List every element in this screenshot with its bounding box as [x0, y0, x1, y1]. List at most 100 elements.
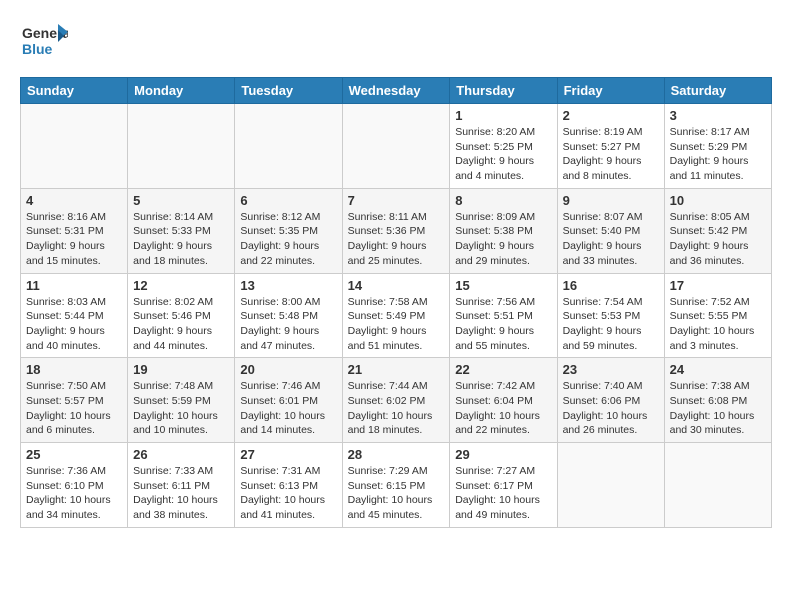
day-info: Sunrise: 7:27 AM Sunset: 6:17 PM Dayligh…	[455, 464, 551, 523]
day-number: 16	[563, 278, 659, 293]
day-info: Sunrise: 8:17 AM Sunset: 5:29 PM Dayligh…	[670, 125, 766, 184]
calendar-cell: 24 Sunrise: 7:38 AM Sunset: 6:08 PM Dayli…	[664, 358, 771, 443]
calendar-cell: 22 Sunrise: 7:42 AM Sunset: 6:04 PM Dayli…	[450, 358, 557, 443]
day-header-friday: Friday	[557, 78, 664, 104]
day-number: 18	[26, 362, 122, 377]
calendar-cell: 14 Sunrise: 7:58 AM Sunset: 5:49 PM Dayli…	[342, 273, 450, 358]
day-number: 21	[348, 362, 445, 377]
day-info: Sunrise: 7:56 AM Sunset: 5:51 PM Dayligh…	[455, 295, 551, 354]
calendar-cell	[235, 104, 342, 189]
day-info: Sunrise: 8:07 AM Sunset: 5:40 PM Dayligh…	[563, 210, 659, 269]
day-info: Sunrise: 8:11 AM Sunset: 5:36 PM Dayligh…	[348, 210, 445, 269]
calendar-cell: 21 Sunrise: 7:44 AM Sunset: 6:02 PM Dayli…	[342, 358, 450, 443]
day-number: 25	[26, 447, 122, 462]
calendar-week-5: 25 Sunrise: 7:36 AM Sunset: 6:10 PM Dayli…	[21, 443, 772, 528]
day-info: Sunrise: 8:12 AM Sunset: 5:35 PM Dayligh…	[240, 210, 336, 269]
day-info: Sunrise: 7:31 AM Sunset: 6:13 PM Dayligh…	[240, 464, 336, 523]
day-number: 20	[240, 362, 336, 377]
day-header-saturday: Saturday	[664, 78, 771, 104]
day-info: Sunrise: 8:02 AM Sunset: 5:46 PM Dayligh…	[133, 295, 229, 354]
calendar-cell: 2Sunrise: 8:19 AM Sunset: 5:27 PM Daylig…	[557, 104, 664, 189]
day-number: 29	[455, 447, 551, 462]
day-info: Sunrise: 8:09 AM Sunset: 5:38 PM Dayligh…	[455, 210, 551, 269]
day-number: 4	[26, 193, 122, 208]
calendar-cell: 25 Sunrise: 7:36 AM Sunset: 6:10 PM Dayli…	[21, 443, 128, 528]
calendar-week-2: 4 Sunrise: 8:16 AM Sunset: 5:31 PM Daylig…	[21, 188, 772, 273]
day-info: Sunrise: 7:38 AM Sunset: 6:08 PM Dayligh…	[670, 379, 766, 438]
day-number: 17	[670, 278, 766, 293]
day-info: Sunrise: 7:33 AM Sunset: 6:11 PM Dayligh…	[133, 464, 229, 523]
day-info: Sunrise: 8:16 AM Sunset: 5:31 PM Dayligh…	[26, 210, 122, 269]
logo-graphic: General Blue	[20, 16, 68, 69]
day-info: Sunrise: 8:00 AM Sunset: 5:48 PM Dayligh…	[240, 295, 336, 354]
day-number: 9	[563, 193, 659, 208]
day-number: 12	[133, 278, 229, 293]
day-number: 13	[240, 278, 336, 293]
calendar-cell: 15 Sunrise: 7:56 AM Sunset: 5:51 PM Dayli…	[450, 273, 557, 358]
calendar-cell: 1 Sunrise: 8:20 AM Sunset: 5:25 PM Daylig…	[450, 104, 557, 189]
calendar-cell	[557, 443, 664, 528]
calendar-cell: 23Sunrise: 7:40 AM Sunset: 6:06 PM Dayli…	[557, 358, 664, 443]
day-info: Sunrise: 7:36 AM Sunset: 6:10 PM Dayligh…	[26, 464, 122, 523]
day-number: 1	[455, 108, 551, 123]
day-header-wednesday: Wednesday	[342, 78, 450, 104]
day-info: Sunrise: 8:03 AM Sunset: 5:44 PM Dayligh…	[26, 295, 122, 354]
day-info: Sunrise: 7:44 AM Sunset: 6:02 PM Dayligh…	[348, 379, 445, 438]
day-number: 3	[670, 108, 766, 123]
day-info: Sunrise: 7:50 AM Sunset: 5:57 PM Dayligh…	[26, 379, 122, 438]
day-header-thursday: Thursday	[450, 78, 557, 104]
day-info: Sunrise: 7:42 AM Sunset: 6:04 PM Dayligh…	[455, 379, 551, 438]
svg-text:Blue: Blue	[22, 41, 53, 57]
day-number: 15	[455, 278, 551, 293]
day-info: Sunrise: 8:20 AM Sunset: 5:25 PM Dayligh…	[455, 125, 551, 184]
calendar-header-row: SundayMondayTuesdayWednesdayThursdayFrid…	[21, 78, 772, 104]
calendar-cell: 5 Sunrise: 8:14 AM Sunset: 5:33 PM Daylig…	[128, 188, 235, 273]
calendar-cell: 12 Sunrise: 8:02 AM Sunset: 5:46 PM Dayli…	[128, 273, 235, 358]
calendar-cell: 19 Sunrise: 7:48 AM Sunset: 5:59 PM Dayli…	[128, 358, 235, 443]
calendar-cell: 18 Sunrise: 7:50 AM Sunset: 5:57 PM Dayli…	[21, 358, 128, 443]
calendar-cell: 11 Sunrise: 8:03 AM Sunset: 5:44 PM Dayli…	[21, 273, 128, 358]
calendar-cell	[342, 104, 450, 189]
header: General Blue	[20, 16, 772, 69]
calendar-cell: 26 Sunrise: 7:33 AM Sunset: 6:11 PM Dayli…	[128, 443, 235, 528]
calendar-cell: 16 Sunrise: 7:54 AM Sunset: 5:53 PM Dayli…	[557, 273, 664, 358]
calendar-cell: 27 Sunrise: 7:31 AM Sunset: 6:13 PM Dayli…	[235, 443, 342, 528]
calendar-cell: 10Sunrise: 8:05 AM Sunset: 5:42 PM Dayli…	[664, 188, 771, 273]
calendar-cell: 20Sunrise: 7:46 AM Sunset: 6:01 PM Dayli…	[235, 358, 342, 443]
calendar-cell	[128, 104, 235, 189]
day-number: 8	[455, 193, 551, 208]
day-number: 6	[240, 193, 336, 208]
calendar-cell: 17 Sunrise: 7:52 AM Sunset: 5:55 PM Dayli…	[664, 273, 771, 358]
day-number: 22	[455, 362, 551, 377]
day-number: 2	[563, 108, 659, 123]
calendar-cell: 8 Sunrise: 8:09 AM Sunset: 5:38 PM Daylig…	[450, 188, 557, 273]
day-number: 7	[348, 193, 445, 208]
day-info: Sunrise: 7:54 AM Sunset: 5:53 PM Dayligh…	[563, 295, 659, 354]
day-number: 24	[670, 362, 766, 377]
day-info: Sunrise: 7:52 AM Sunset: 5:55 PM Dayligh…	[670, 295, 766, 354]
day-number: 27	[240, 447, 336, 462]
day-number: 5	[133, 193, 229, 208]
calendar-cell: 29 Sunrise: 7:27 AM Sunset: 6:17 PM Dayli…	[450, 443, 557, 528]
day-number: 19	[133, 362, 229, 377]
day-header-monday: Monday	[128, 78, 235, 104]
day-info: Sunrise: 7:40 AM Sunset: 6:06 PM Dayligh…	[563, 379, 659, 438]
day-number: 26	[133, 447, 229, 462]
day-number: 28	[348, 447, 445, 462]
calendar-cell: 28 Sunrise: 7:29 AM Sunset: 6:15 PM Dayli…	[342, 443, 450, 528]
calendar-cell: 7 Sunrise: 8:11 AM Sunset: 5:36 PM Daylig…	[342, 188, 450, 273]
day-info: Sunrise: 7:29 AM Sunset: 6:15 PM Dayligh…	[348, 464, 445, 523]
day-header-tuesday: Tuesday	[235, 78, 342, 104]
day-info: Sunrise: 7:48 AM Sunset: 5:59 PM Dayligh…	[133, 379, 229, 438]
day-number: 10	[670, 193, 766, 208]
day-info: Sunrise: 7:58 AM Sunset: 5:49 PM Dayligh…	[348, 295, 445, 354]
calendar-cell	[21, 104, 128, 189]
day-info: Sunrise: 8:14 AM Sunset: 5:33 PM Dayligh…	[133, 210, 229, 269]
logo-icon: General Blue	[20, 16, 68, 64]
day-number: 11	[26, 278, 122, 293]
calendar-week-1: 1 Sunrise: 8:20 AM Sunset: 5:25 PM Daylig…	[21, 104, 772, 189]
calendar-cell: 3 Sunrise: 8:17 AM Sunset: 5:29 PM Daylig…	[664, 104, 771, 189]
day-header-sunday: Sunday	[21, 78, 128, 104]
day-number: 14	[348, 278, 445, 293]
logo: General Blue	[20, 16, 68, 69]
